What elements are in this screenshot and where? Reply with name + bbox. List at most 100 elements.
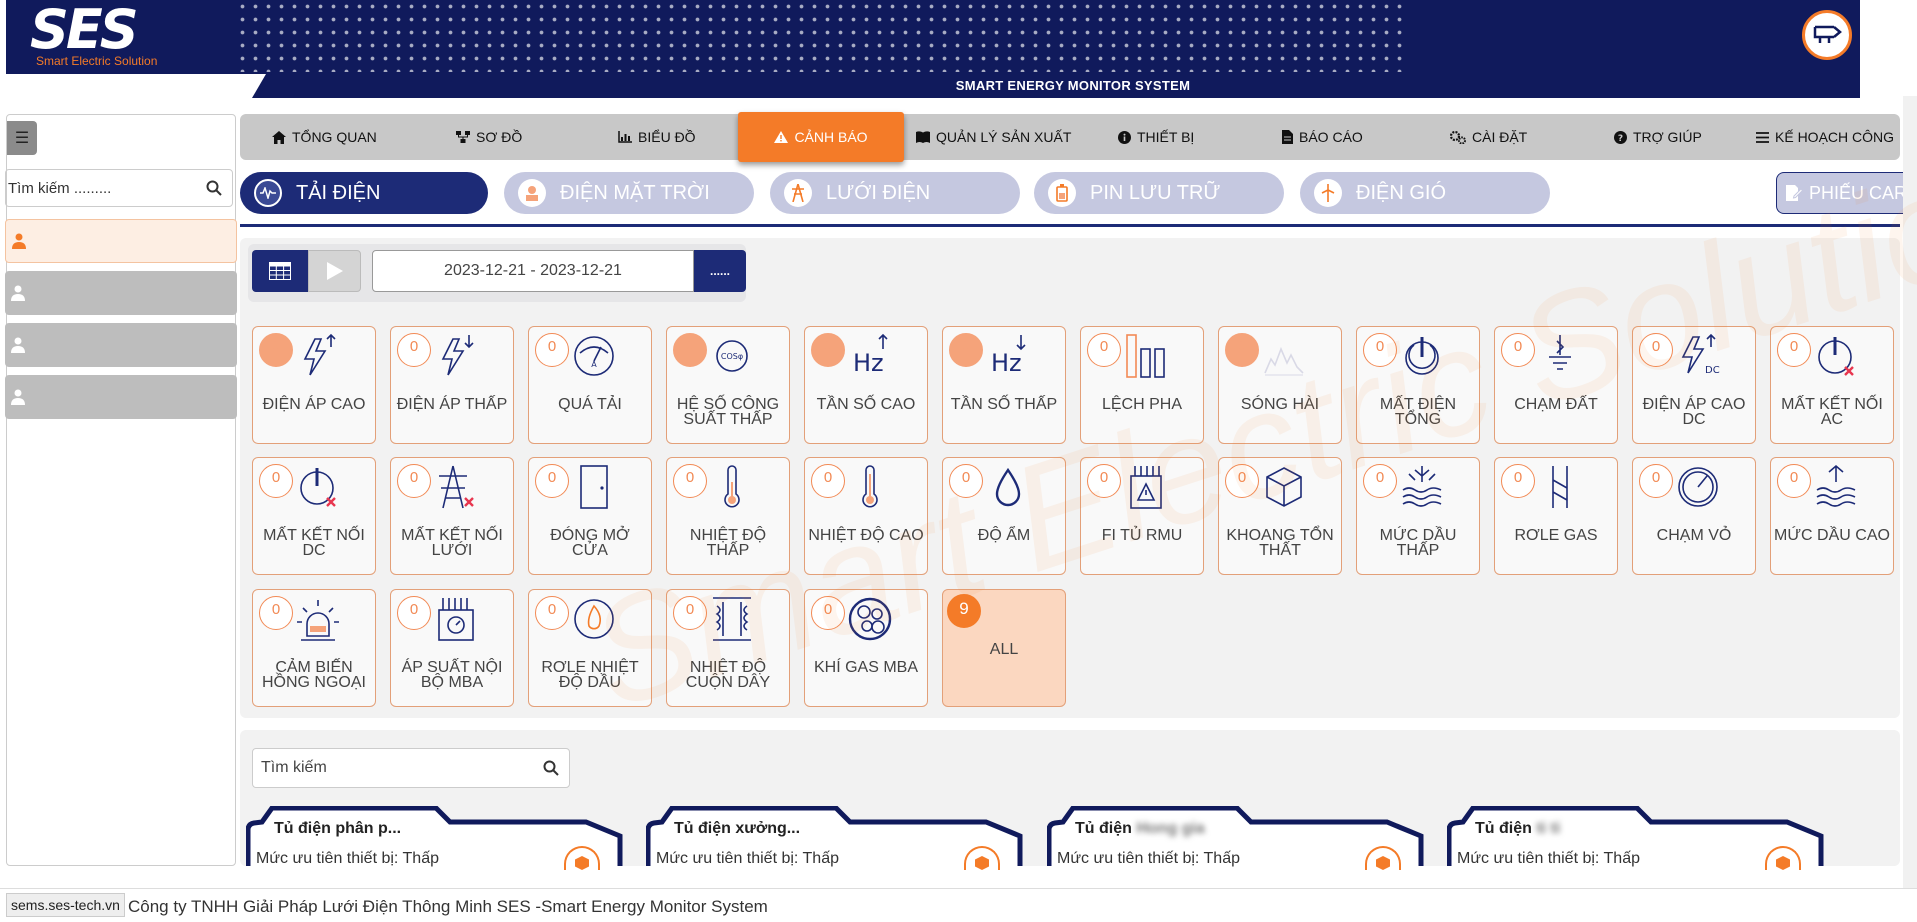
alarm-card[interactable]: 0 LỆCH PHA	[1080, 326, 1204, 444]
harmonic-icon	[1261, 333, 1307, 379]
search-icon[interactable]	[206, 180, 222, 196]
alarm-card[interactable]: 0 MẤT KẾT NỐI DC	[252, 457, 376, 575]
alarm-card[interactable]: 0 RƠLE NHIỆT ĐỘ DẦU	[528, 589, 652, 707]
alarm-card[interactable]: 0 MỨC DẦU THẤP	[1356, 457, 1480, 575]
tab-dien-mat-troi[interactable]: ĐIỆN MẶT TRỜI	[504, 172, 754, 214]
power-off-icon	[1399, 333, 1445, 379]
footer: sems.ses-tech.vn Công ty TNHH Giải Pháp …	[0, 888, 1917, 922]
footer-url[interactable]: sems.ses-tech.vn	[6, 893, 125, 917]
calendar-view-button[interactable]	[252, 250, 308, 292]
search-icon[interactable]	[543, 760, 559, 776]
alarm-label: CHẠM VỎ	[1656, 527, 1732, 544]
tab-pin-luu-tru[interactable]: PIN LƯU TRỮ	[1034, 172, 1284, 214]
tab-underline	[240, 224, 1900, 227]
nav-so-do[interactable]: SƠ ĐỒ	[456, 114, 522, 160]
alarm-count-badge: 0	[1225, 333, 1259, 367]
device-card[interactable]: Tủ điện phân p... Mức ưu tiên thiết bị: T…	[246, 806, 630, 870]
alarm-card[interactable]: 0 ÁP SUẤT NỘI BỘ MBA	[390, 589, 514, 707]
alarm-card[interactable]: 0 CHẠM VỎ	[1632, 457, 1756, 575]
alarm-card[interactable]: 0 MẤT ĐIỆN TỔNG	[1356, 326, 1480, 444]
nav-cai-dat[interactable]: CÀI ĐẶT	[1450, 114, 1527, 160]
alarm-card[interactable]: 0 Hz TẦN SỐ THẤP	[942, 326, 1066, 444]
alarm-count-badge: 0	[811, 596, 845, 630]
system-title-bar: SMART ENERGY MONITOR SYSTEM	[6, 74, 1860, 98]
device-card[interactable]: Tủ điện Hong gia Mức ưu tiên thiết bị: Th…	[1047, 806, 1431, 870]
diagram-icon	[456, 131, 470, 143]
device-card[interactable]: Tủ điện ti ti Mức ưu tiên thiết bị: Thấp	[1447, 806, 1831, 870]
nav-bao-cao[interactable]: BÁO CÁO	[1282, 114, 1363, 160]
alarm-card[interactable]: 0 CẢM BIẾN HỒNG NGOẠI	[252, 589, 376, 707]
tab-tai-dien[interactable]: TẢI ĐIỆN	[240, 172, 488, 214]
low-voltage-icon	[433, 333, 479, 379]
alarm-card[interactable]: 0 KHÍ GAS MBA	[804, 589, 928, 707]
nav-quan-ly-san-xuat[interactable]: QUẢN LÝ SẢN XUẤT	[916, 114, 1071, 160]
user-avatar-icon[interactable]	[1802, 10, 1852, 60]
nav-bieu-do[interactable]: BIỂU ĐỒ	[618, 114, 696, 160]
gears-icon	[1450, 130, 1466, 144]
alarm-card[interactable]: 0 ĐIỆN ÁP THẤP	[390, 326, 514, 444]
alarm-card[interactable]: 0 MẤT KẾT NỐI LƯỚI	[390, 457, 514, 575]
device-priority: Mức ưu tiên thiết bị: Thấp	[1457, 850, 1640, 867]
alarm-count-badge: 0	[949, 333, 983, 367]
device-card[interactable]: Tủ điện xưởng... Mức ưu tiên thiết bị: Th…	[646, 806, 1030, 870]
footer-text: Công ty TNHH Giải Pháp Lưới Điện Thông M…	[128, 897, 768, 916]
alarm-card[interactable]: 0 CHẠM ĐẤT	[1494, 326, 1618, 444]
alarm-card[interactable]: 0 FI TỦ RMU	[1080, 457, 1204, 575]
low-frequency-icon: Hz	[985, 333, 1031, 379]
alarm-card[interactable]: 0 RƠLE GAS	[1494, 457, 1618, 575]
date-picker-button[interactable]: ......	[694, 250, 746, 292]
alarm-card[interactable]: 9 ALL	[942, 589, 1066, 707]
alarm-count-badge: 0	[259, 333, 293, 367]
nav-thiet-bi[interactable]: THIẾT BỊ	[1118, 114, 1194, 160]
sidebar-search-input[interactable]: Tìm kiếm .........	[5, 169, 233, 207]
device-search-input[interactable]: Tìm kiếm	[252, 748, 570, 788]
alarm-count-badge: 0	[1777, 333, 1811, 367]
alarm-count-badge: 0	[1501, 464, 1535, 498]
alarm-card[interactable]: 0 ĐÓNG MỞ CỬA	[528, 457, 652, 575]
sidebar-item-3[interactable]	[5, 323, 237, 367]
alarm-count-badge: 0	[1639, 464, 1673, 498]
alarm-label: LỆCH PHA	[1101, 396, 1183, 413]
nav-ke-hoach-cong[interactable]: KẾ HOẠCH CÔNG	[1756, 114, 1894, 160]
sidebar-search-placeholder: Tìm kiếm .........	[8, 179, 112, 197]
alarm-count-badge: 0	[397, 596, 431, 630]
alarm-count-badge: 0	[1087, 333, 1121, 367]
alarm-card[interactable]: 0 ĐIỆN ÁP CAO	[252, 326, 376, 444]
alarm-card[interactable]: 0 SÓNG HÀI	[1218, 326, 1342, 444]
sidebar-item-1[interactable]	[5, 219, 237, 263]
nav-tro-giup[interactable]: ? TRỢ GIÚP	[1614, 114, 1702, 160]
date-range-input[interactable]: 2023-12-21 - 2023-12-21	[372, 250, 694, 292]
play-button[interactable]	[308, 250, 361, 292]
user-icon	[11, 285, 25, 301]
alarm-count-badge: 0	[1087, 464, 1121, 498]
page-scrollbar[interactable]	[1903, 96, 1917, 888]
tab-luoi-dien[interactable]: LƯỚI ĐIỆN	[770, 172, 1020, 214]
sidebar-item-4[interactable]	[5, 375, 237, 419]
alarm-count-badge: 0	[1363, 464, 1397, 498]
alarm-card[interactable]: 0 A QUÁ TẢI	[528, 326, 652, 444]
tab-dien-gio[interactable]: ĐIỆN GIÓ	[1300, 172, 1550, 214]
device-title-redacted: Hong gia	[1131, 820, 1205, 837]
alarm-card[interactable]: 0 DC ĐIỆN ÁP CAO DC	[1632, 326, 1756, 444]
alarm-card[interactable]: 0 NHIỆT ĐỘ CAO	[804, 457, 928, 575]
alarm-card[interactable]: 0 Hz TẦN SỐ CAO	[804, 326, 928, 444]
alarm-card[interactable]: 0 NHIỆT ĐỘ CUỘN DÂY	[666, 589, 790, 707]
alarm-card[interactable]: 0 KHOANG TỔN THẤT	[1218, 457, 1342, 575]
home-icon	[272, 130, 286, 144]
phieu-car-button[interactable]: PHIẾU CAR	[1776, 172, 1916, 214]
nav-canh-bao[interactable]: CẢNH BÁO	[738, 112, 904, 162]
alarm-label: CHẠM ĐẤT	[1514, 396, 1598, 413]
door-icon	[571, 464, 617, 510]
logo[interactable]: SES Smart Electric Solution	[30, 3, 157, 69]
device-priority: Mức ưu tiên thiết bị: Thấp	[256, 850, 439, 867]
alarm-card[interactable]: 0 MẤT KẾT NỐI AC	[1770, 326, 1894, 444]
low-temp-icon	[709, 464, 755, 510]
alarm-card[interactable]: 0 MỨC DẦU CAO	[1770, 457, 1894, 575]
hamburger-menu-icon[interactable]: ☰	[7, 121, 37, 155]
nav-tong-quan[interactable]: TỔNG QUAN	[272, 114, 377, 160]
sidebar-item-2[interactable]	[5, 271, 237, 315]
alarm-card[interactable]: 0 COSφ HỆ SỐ CÔNG SUẤT THẤP	[666, 326, 790, 444]
alarm-card[interactable]: 0 NHIỆT ĐỘ THẤP	[666, 457, 790, 575]
warning-icon	[774, 131, 789, 143]
alarm-card[interactable]: 0 ĐỘ ẨM	[942, 457, 1066, 575]
